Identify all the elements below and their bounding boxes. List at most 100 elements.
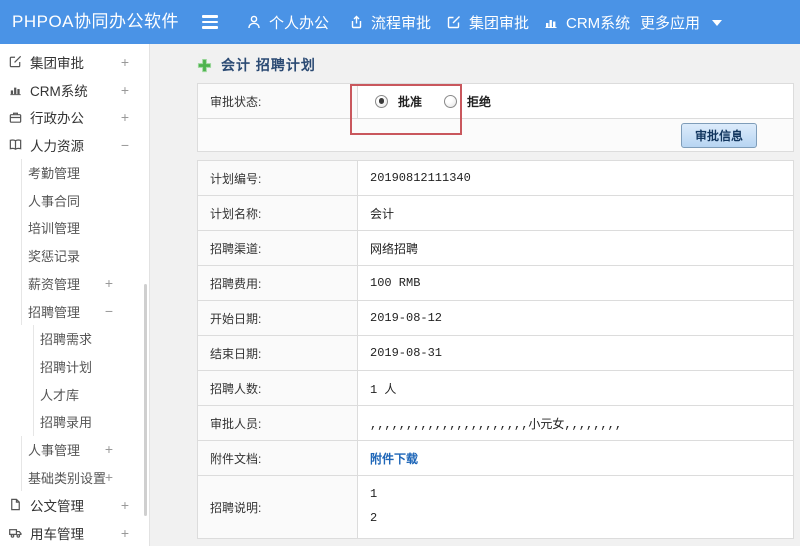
row-label: 招聘费用: xyxy=(198,266,358,300)
expand-toggle[interactable]: + xyxy=(121,55,129,69)
approval-status-label: 审批状态: xyxy=(198,84,358,118)
row-value: 2019-08-12 xyxy=(370,311,443,325)
row-label: 结束日期: xyxy=(198,336,358,370)
document-icon xyxy=(8,497,23,512)
sidebar-item-base-category[interactable]: 基础类别设置 + xyxy=(21,463,149,491)
add-plus-icon[interactable] xyxy=(197,58,212,73)
sidebar-item-talent-pool[interactable]: 人才库 xyxy=(33,380,149,408)
sidebar-item-label: 集团审批 xyxy=(30,55,84,71)
nav-more-apps[interactable]: 更多应用 xyxy=(640,0,700,44)
nav-label: 集团审批 xyxy=(469,14,530,32)
nav-group-approval[interactable]: 集团审批 xyxy=(446,0,529,44)
expand-toggle[interactable]: + xyxy=(121,110,129,124)
sidebar-item-recruit-hire[interactable]: 招聘录用 xyxy=(33,407,149,436)
sidebar-item-label: 人事管理 xyxy=(28,442,81,458)
row-value: 1 2 xyxy=(358,476,793,538)
page-header: 会计 招聘计划 xyxy=(197,55,316,75)
page-title: 会计 招聘计划 xyxy=(221,57,316,73)
edit-icon xyxy=(446,14,462,30)
note-line: 1 xyxy=(370,487,378,501)
app-title: PHPOA协同办公软件 xyxy=(12,12,180,31)
expand-toggle[interactable]: + xyxy=(105,442,113,456)
table-row: 审批信息 xyxy=(198,118,793,151)
nav-process-approval[interactable]: 流程审批 xyxy=(348,0,431,44)
row-label: 附件文档: xyxy=(198,441,358,475)
table-row: 附件文档: 附件下载 xyxy=(198,440,793,475)
sidebar-item-label: 行政办公 xyxy=(30,111,84,127)
sidebar-item-personnel-mgmt[interactable]: 人事管理 + xyxy=(21,435,149,464)
sidebar-item-salary[interactable]: 薪资管理 + xyxy=(21,269,149,298)
row-label: 招聘说明: xyxy=(198,476,358,538)
sidebar-item-admin-office[interactable]: 行政办公 + xyxy=(0,103,149,131)
row-value: ,,,,,,,,,,,,,,,,,,,,,,小元女,,,,,,,, xyxy=(370,417,623,432)
approval-radio-group: 批准 拒绝 xyxy=(370,93,503,110)
expand-toggle[interactable]: + xyxy=(121,498,129,512)
approval-info-button[interactable]: 审批信息 xyxy=(680,122,757,148)
nav-personal-office[interactable]: 个人办公 xyxy=(246,0,329,44)
hamburger-menu-icon[interactable] xyxy=(202,15,220,29)
bar-chart-icon xyxy=(543,14,559,30)
expand-toggle[interactable]: + xyxy=(105,276,113,290)
sidebar-item-label: 招聘计划 xyxy=(40,359,93,375)
sidebar-item-hr-contract[interactable]: 人事合同 xyxy=(21,186,149,215)
truck-icon xyxy=(8,525,23,540)
nav-label: 更多应用 xyxy=(640,14,701,32)
sidebar-item-vehicle-mgmt[interactable]: 用车管理 + xyxy=(0,519,149,546)
sidebar-item-label: 用车管理 xyxy=(30,526,84,542)
sidebar-item-recruit-plan[interactable]: 招聘计划 xyxy=(33,352,149,381)
nav-label: CRM系统 xyxy=(566,14,631,32)
expand-toggle[interactable]: + xyxy=(121,526,129,540)
topbar: PHPOA协同办公软件 个人办公 流程审批 集团审批 CRM系统 更多应用 xyxy=(0,0,800,44)
sidebar-item-reward-punishment[interactable]: 奖惩记录 xyxy=(21,241,149,270)
sidebar-item-label: 招聘管理 xyxy=(28,304,81,320)
table-row: 招聘费用: 100 RMB xyxy=(198,265,793,300)
sidebar-item-training[interactable]: 培训管理 xyxy=(21,214,149,242)
sidebar-item-label: 人才库 xyxy=(40,387,80,403)
note-line: 2 xyxy=(370,511,378,525)
expand-toggle[interactable]: + xyxy=(105,470,113,484)
caret-down-icon[interactable] xyxy=(712,20,722,26)
sidebar-item-label: 培训管理 xyxy=(28,221,81,237)
sidebar-item-document-mgmt[interactable]: 公文管理 + xyxy=(0,491,149,519)
radio-reject[interactable] xyxy=(444,94,458,108)
sidebar-item-crm-system[interactable]: CRM系统 + xyxy=(0,76,149,104)
nav-crm-system[interactable]: CRM系统 xyxy=(543,0,630,44)
row-label: 招聘人数: xyxy=(198,371,358,405)
row-value: 会计 xyxy=(370,207,395,222)
attachment-download-link[interactable]: 附件下载 xyxy=(370,450,418,467)
table-row: 招聘渠道: 网络招聘 xyxy=(198,230,793,265)
main-content: 会计 招聘计划 审批状态: 批准 拒绝 审批信息 计划编号: 201908121… xyxy=(151,44,800,546)
row-value: 20190812111340 xyxy=(370,171,471,185)
details-table: 计划编号: 20190812111340 计划名称: 会计 招聘渠道: 网络招聘… xyxy=(197,160,794,539)
book-icon xyxy=(8,137,23,152)
sidebar-item-label: 人事合同 xyxy=(28,193,81,209)
radio-approve-label: 批准 xyxy=(398,94,423,109)
row-label: 计划名称: xyxy=(198,196,358,230)
sidebar-item-label: 人力资源 xyxy=(30,138,84,154)
expand-toggle[interactable]: − xyxy=(121,138,129,152)
sidebar-item-label: 公文管理 xyxy=(30,498,84,514)
radio-approve[interactable] xyxy=(375,94,388,108)
row-value: 网络招聘 xyxy=(370,242,419,257)
sidebar-item-label: 招聘录用 xyxy=(40,415,93,431)
edit-icon xyxy=(8,54,23,69)
sidebar-item-label: CRM系统 xyxy=(30,83,88,99)
nav-label: 流程审批 xyxy=(371,14,432,32)
sidebar-item-label: 奖惩记录 xyxy=(28,249,81,265)
approval-table: 审批状态: 批准 拒绝 审批信息 xyxy=(197,83,794,152)
sidebar-scrollbar[interactable] xyxy=(144,284,147,516)
briefcase-icon xyxy=(8,110,23,125)
sidebar-item-group-approval[interactable]: 集团审批 + xyxy=(0,48,149,76)
row-label: 开始日期: xyxy=(198,301,358,335)
row-value: 100 RMB xyxy=(370,276,421,290)
sidebar-item-label: 招聘需求 xyxy=(40,332,93,348)
row-label: 招聘渠道: xyxy=(198,231,358,265)
sidebar-item-human-resources[interactable]: 人力资源 − xyxy=(0,131,149,159)
expand-toggle[interactable]: − xyxy=(105,304,113,318)
table-row: 结束日期: 2019-08-31 xyxy=(198,335,793,370)
expand-toggle[interactable]: + xyxy=(121,83,129,97)
sidebar-item-recruit-mgmt[interactable]: 招聘管理 − xyxy=(21,297,149,325)
sidebar-item-recruit-demand[interactable]: 招聘需求 xyxy=(33,324,149,353)
sidebar-item-attendance[interactable]: 考勤管理 xyxy=(21,158,149,187)
person-icon xyxy=(246,14,262,30)
